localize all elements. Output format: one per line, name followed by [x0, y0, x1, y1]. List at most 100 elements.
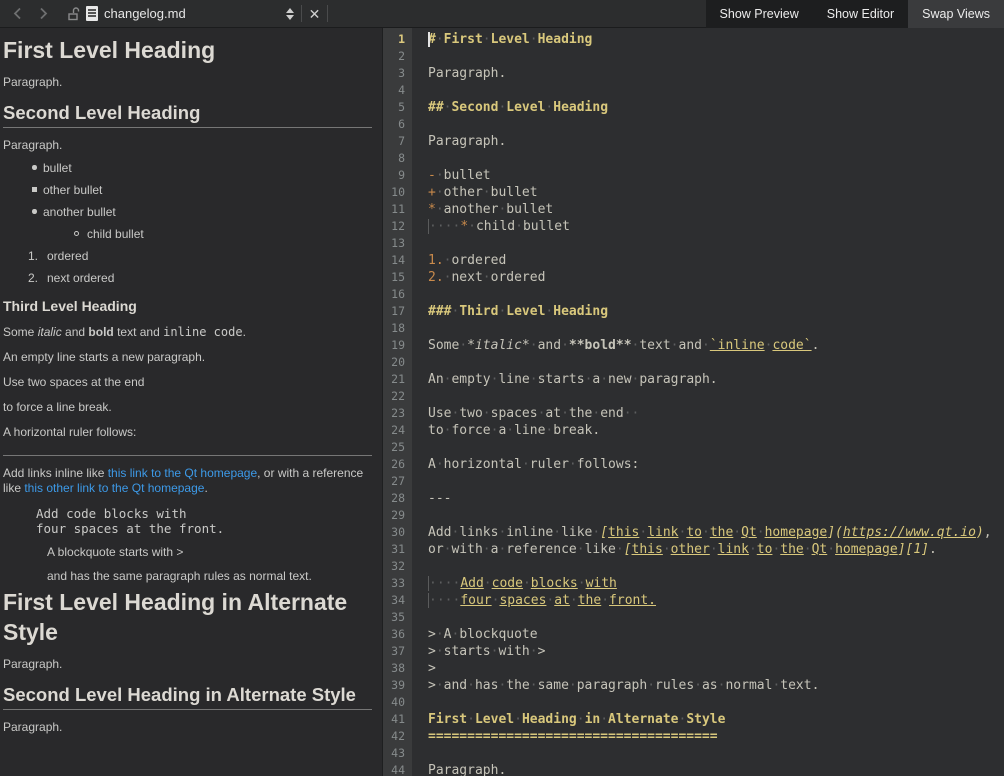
preview-text: inline code: [163, 325, 242, 339]
whitespace-dot: ·: [663, 542, 671, 557]
editor-line[interactable]: A·horizontal·ruler·follows:: [428, 456, 1004, 473]
editor-line[interactable]: =====================================: [428, 728, 1004, 745]
back-icon[interactable]: [8, 5, 26, 23]
editor-line[interactable]: Paragraph.: [428, 762, 1004, 776]
whitespace-dot: ·: [561, 338, 569, 353]
preview-link[interactable]: this link to the Qt homepage: [108, 466, 257, 480]
whitespace-dot: ·: [436, 457, 444, 472]
editor-line[interactable]: ····*·child·bullet: [428, 218, 1004, 235]
editor-line[interactable]: -·bullet: [428, 167, 1004, 184]
preview-pane[interactable]: First Level HeadingParagraph.Second Leve…: [0, 28, 383, 776]
line-number-gutter: 1234567891011121314151617181920212223242…: [383, 28, 412, 776]
editor-line[interactable]: [428, 48, 1004, 65]
line-number: 5: [383, 99, 412, 116]
editor-line[interactable]: >·starts·with·>: [428, 643, 1004, 660]
whitespace-dot: ·: [483, 185, 491, 200]
editor-line[interactable]: ····four·spaces·at·the·front.: [428, 592, 1004, 609]
editor-line[interactable]: 1.·ordered: [428, 252, 1004, 269]
editor-line[interactable]: ##·Second·Level·Heading: [428, 99, 1004, 116]
whitespace-dot: ·: [436, 32, 444, 47]
code-token: 2.: [428, 270, 444, 285]
line-number: 18: [383, 320, 412, 337]
editor-line[interactable]: Use·two·spaces·at·the·end··: [428, 405, 1004, 422]
code-token: 1.: [428, 253, 444, 268]
preview-code-block: Add code blocks withfour spaces at the f…: [3, 506, 372, 536]
whitespace-dot: ·: [804, 542, 812, 557]
editor-line[interactable]: An·empty·line·starts·a·new·paragraph.: [428, 371, 1004, 388]
line-number: 29: [383, 507, 412, 524]
code-token: text: [639, 338, 670, 353]
line-number: 17: [383, 303, 412, 320]
code-area[interactable]: #·First·Level·Heading Paragraph. ##·Second…: [412, 28, 1004, 776]
code-token: Paragraph.: [428, 134, 506, 149]
editor-line[interactable]: Add·links·inline·like·[this·link·to·the·…: [428, 524, 1004, 541]
editor-line[interactable]: [428, 150, 1004, 167]
editor-line[interactable]: >·and·has·the·same·paragraph·rules·as·no…: [428, 677, 1004, 694]
editor-line[interactable]: [428, 558, 1004, 575]
code-token: Qt: [741, 525, 757, 540]
indent-guide: ····: [428, 576, 460, 591]
code-token: same: [538, 678, 569, 693]
editor-line[interactable]: or·with·a·reference·like·[this·other·lin…: [428, 541, 1004, 558]
whitespace-dot: ·: [530, 338, 538, 353]
show-editor-button[interactable]: Show Editor: [813, 0, 908, 28]
editor-line[interactable]: >: [428, 660, 1004, 677]
editor-line[interactable]: ###·Third·Level·Heading: [428, 303, 1004, 320]
editor-line[interactable]: [428, 609, 1004, 626]
editor-line[interactable]: [428, 354, 1004, 371]
editor-line[interactable]: [428, 439, 1004, 456]
editor-line[interactable]: First·Level·Heading·in·Alternate·Style: [428, 711, 1004, 728]
editor-line[interactable]: [428, 235, 1004, 252]
whitespace-dot: ·: [671, 338, 679, 353]
editor-line[interactable]: [428, 694, 1004, 711]
editor-line[interactable]: #·First·Level·Heading: [428, 31, 1004, 48]
code-token: normal: [725, 678, 772, 693]
editor-line[interactable]: to·force·a·line·break.: [428, 422, 1004, 439]
editor-line[interactable]: [428, 388, 1004, 405]
list-item: bullet: [3, 161, 372, 175]
whitespace-dot: ·: [530, 644, 538, 659]
swap-views-button[interactable]: Swap Views: [908, 0, 1004, 28]
editor-line[interactable]: [428, 82, 1004, 99]
preview-text: italic: [38, 325, 62, 339]
editor-line[interactable]: [428, 745, 1004, 762]
code-token: ](: [827, 525, 843, 540]
unlock-icon[interactable]: [64, 5, 82, 23]
editor-line[interactable]: *·another·bullet: [428, 201, 1004, 218]
whitespace-dot: ·: [569, 678, 577, 693]
list-item: 1.ordered: [3, 249, 372, 263]
code-token: as: [702, 678, 718, 693]
editor-line[interactable]: >·A·blockquote: [428, 626, 1004, 643]
editor-line[interactable]: [428, 473, 1004, 490]
editor-line[interactable]: ---: [428, 490, 1004, 507]
editor-line[interactable]: Paragraph.: [428, 65, 1004, 82]
show-preview-button[interactable]: Show Preview: [706, 0, 813, 28]
editor-line[interactable]: [428, 286, 1004, 303]
preview-link[interactable]: this other link to the Qt homepage: [24, 481, 204, 495]
editor-line[interactable]: 2.·next·ordered: [428, 269, 1004, 286]
code-token: text.: [780, 678, 819, 693]
close-icon[interactable]: ✕: [309, 7, 321, 21]
code-token: Level: [506, 304, 545, 319]
code-token: >: [428, 627, 436, 642]
code-token: with: [586, 576, 617, 591]
code-token: [: [624, 542, 632, 557]
editor-pane[interactable]: 1234567891011121314151617181920212223242…: [383, 28, 1004, 776]
document-title[interactable]: changelog.md: [104, 6, 194, 21]
editor-line[interactable]: +·other·bullet: [428, 184, 1004, 201]
document-dropdown-icon[interactable]: [286, 8, 294, 20]
editor-line[interactable]: [428, 116, 1004, 133]
forward-icon[interactable]: [34, 5, 52, 23]
editor-line[interactable]: Paragraph.: [428, 133, 1004, 150]
code-token: First: [428, 712, 467, 727]
preview-text: Add links inline like: [3, 466, 108, 480]
whitespace-dot: ·: [578, 576, 586, 591]
editor-line[interactable]: [428, 320, 1004, 337]
editor-line[interactable]: ····Add·code·blocks·with: [428, 575, 1004, 592]
line-number: 30: [383, 524, 412, 541]
line-number: 23: [383, 405, 412, 422]
editor-line[interactable]: [428, 507, 1004, 524]
editor-line[interactable]: Some·*italic*·and·**bold**·text·and·`inl…: [428, 337, 1004, 354]
separator: [301, 5, 302, 22]
line-number: 12: [383, 218, 412, 235]
